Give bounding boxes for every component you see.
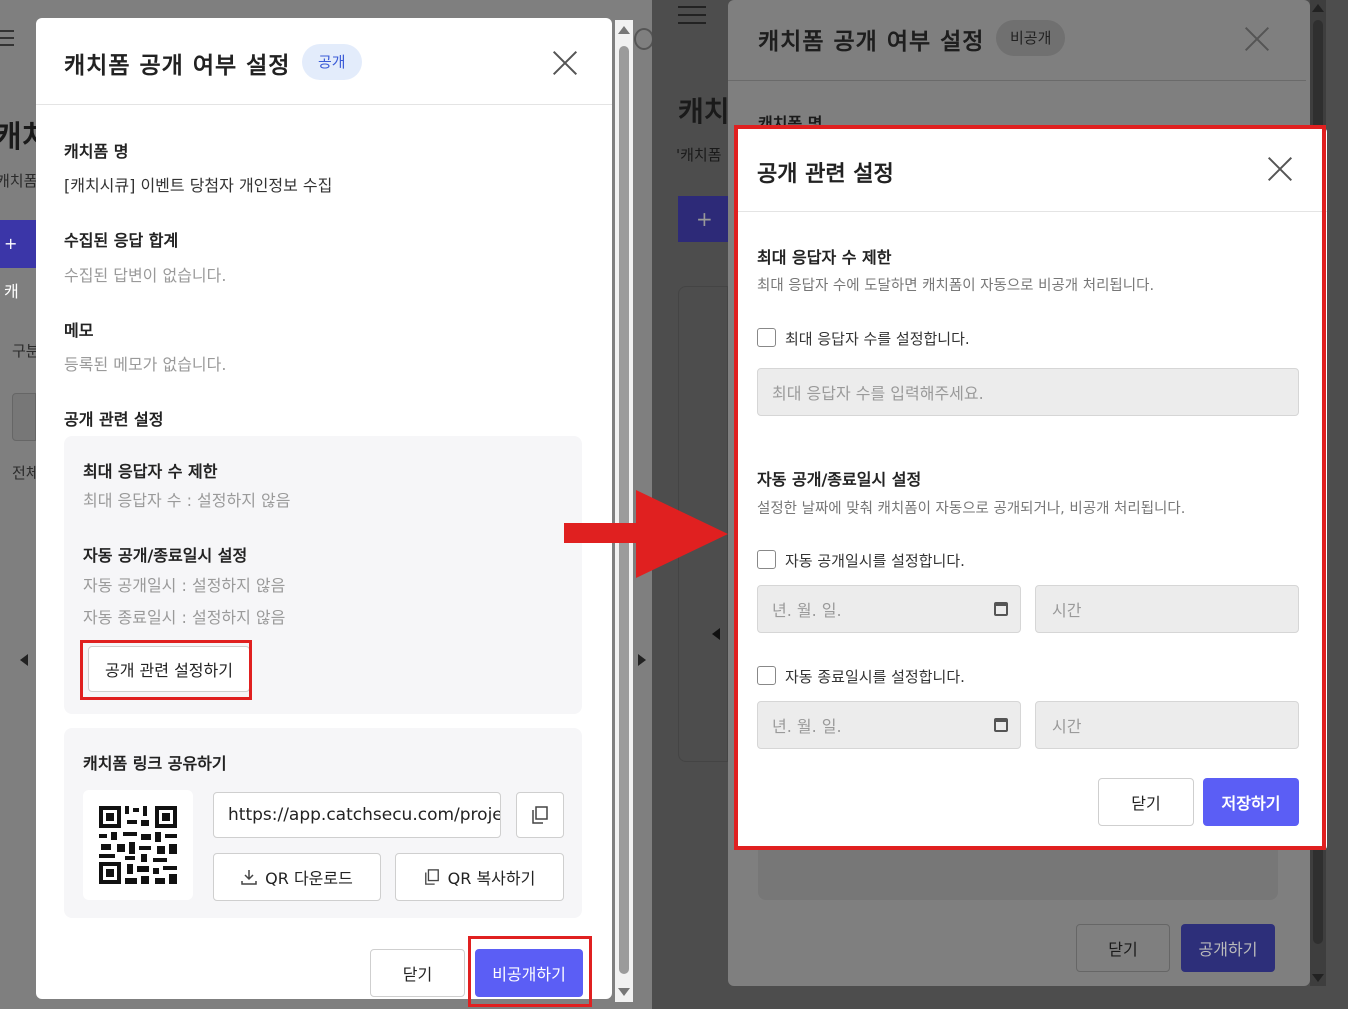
auto-schedule-title: 자동 공개/종료일시 설정 [83, 546, 248, 565]
status-badge: 공개 [302, 44, 362, 80]
memo-value: 등록된 메모가 없습니다. [64, 355, 227, 374]
download-icon [241, 870, 257, 885]
arrow-right-icon [564, 490, 728, 578]
modal-title: 캐치폼 공개 여부 설정 [758, 29, 985, 55]
left-scroll-arrow[interactable] [712, 628, 720, 640]
scroll-up-arrow[interactable] [1312, 4, 1324, 12]
close-icon[interactable] [1244, 26, 1270, 52]
publish-settings-modal: 캐치폼 공개 여부 설정 공개 캐치폼 명 [캐치시큐] 이벤트 당첨자 개인정… [36, 18, 612, 1007]
scroll-up-arrow[interactable] [618, 26, 630, 34]
share-box: 캐치폼 링크 공유하기 https://app.catchsecu.com/pr… [64, 728, 582, 918]
auto-close-value: 자동 종료일시 : 설정하지 않음 [83, 608, 286, 627]
form-name-value: [캐치시큐] 이벤트 당첨자 개인정보 수집 [64, 176, 333, 195]
qr-code-image [83, 790, 193, 900]
highlight-box [734, 125, 1326, 850]
qr-download-button[interactable]: QR 다운로드 [213, 853, 381, 901]
status-badge: 비공개 [996, 20, 1066, 56]
qr-code-icon [99, 806, 177, 884]
public-settings-label: 공개 관련 설정 [64, 410, 164, 429]
close-icon[interactable] [552, 50, 578, 76]
avatar[interactable] [634, 28, 652, 50]
header-divider [36, 104, 612, 105]
bg-subtext: 캐치폼 [0, 172, 38, 190]
qr-download-label: QR 다운로드 [265, 869, 353, 888]
header-divider [728, 80, 1306, 81]
highlight-box [80, 640, 252, 700]
highlight-box [468, 936, 592, 1007]
right-screenshot: 캐치 '캐치폼 + 캐치폼 공개 여부 설정 비공개 캐치폼 명 닫기 공개하기… [652, 0, 1348, 1009]
left-scroll-arrow[interactable] [20, 654, 28, 666]
hamburger-icon[interactable] [0, 30, 14, 46]
publish-button[interactable]: 공개하기 [1181, 924, 1275, 972]
hamburger-icon[interactable] [678, 6, 706, 24]
left-screenshot: 캐치 캐치폼 + 캐 구분 전체 캐치폼 공개 여부 설정 공개 캐치폼 명 [… [0, 0, 652, 1009]
bg-subtext: '캐치폼 [676, 146, 722, 164]
bg-add-button[interactable]: + 캐 [0, 220, 36, 301]
copy-icon [532, 806, 548, 824]
responses-label: 수집된 응답 합계 [64, 231, 179, 250]
bg-search [12, 393, 36, 441]
form-name-label: 캐치폼 명 [64, 142, 129, 161]
copy-url-button[interactable] [516, 792, 564, 838]
public-settings-box: 최대 응답자 수 제한 최대 응답자 수 : 설정하지 않음 자동 공개/종료일… [64, 436, 582, 714]
responses-value: 수집된 답변이 없습니다. [64, 266, 227, 285]
max-responses-title: 최대 응답자 수 제한 [83, 462, 218, 481]
scroll-down-arrow[interactable] [1312, 974, 1324, 982]
auto-open-value: 자동 공개일시 : 설정하지 않음 [83, 576, 286, 595]
bg-heading: 캐치 [678, 95, 730, 128]
qr-copy-label: QR 복사하기 [447, 869, 536, 888]
right-scroll-arrow[interactable] [638, 654, 646, 666]
copy-icon [424, 869, 439, 885]
close-button[interactable]: 닫기 [1076, 924, 1170, 972]
modal-title: 캐치폼 공개 여부 설정 [64, 53, 291, 79]
share-title: 캐치폼 링크 공유하기 [83, 754, 227, 773]
qr-copy-button[interactable]: QR 복사하기 [395, 853, 564, 901]
memo-label: 메모 [64, 321, 94, 340]
close-button[interactable]: 닫기 [370, 949, 465, 997]
bg-add-button[interactable]: + [678, 196, 730, 242]
scroll-down-arrow[interactable] [618, 988, 630, 996]
share-url-input[interactable]: https://app.catchsecu.com/proje [213, 792, 501, 838]
max-responses-value: 최대 응답자 수 : 설정하지 않음 [83, 491, 291, 510]
